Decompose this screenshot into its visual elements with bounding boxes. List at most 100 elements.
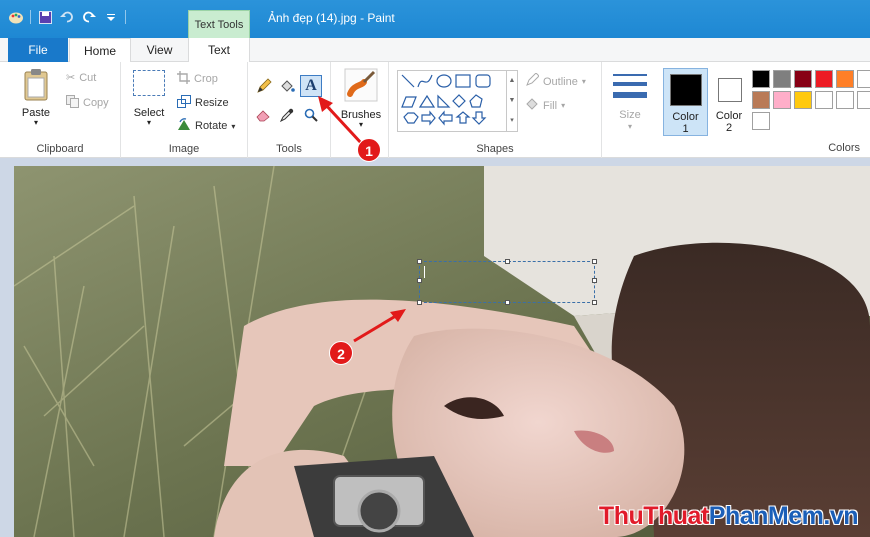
select-dropdown-icon[interactable]: ▾ xyxy=(129,119,169,127)
color1-button[interactable]: Color 1 xyxy=(663,68,708,136)
callout-2: 2 xyxy=(329,341,353,365)
undo-icon[interactable] xyxy=(59,9,75,25)
eraser-tool[interactable] xyxy=(256,108,272,122)
palette-swatch[interactable] xyxy=(794,91,812,109)
brush-icon xyxy=(344,68,378,102)
shapes-gallery-icons xyxy=(401,74,491,126)
palette-swatch[interactable] xyxy=(815,70,833,88)
text-a-icon: A xyxy=(305,77,317,94)
copy-icon xyxy=(66,95,79,111)
size-label: Size xyxy=(619,109,641,121)
palette-swatch[interactable] xyxy=(752,112,770,130)
callout-1: 1 xyxy=(357,138,381,162)
fill-dropdown-icon[interactable]: ▾ xyxy=(561,101,565,110)
paint-app-icon[interactable] xyxy=(8,9,24,25)
palette-swatch[interactable] xyxy=(752,91,770,109)
color-picker-tool[interactable] xyxy=(280,108,294,122)
color2-label: Color 2 xyxy=(710,110,748,134)
resize-handle[interactable] xyxy=(417,278,422,283)
outline-dropdown-icon[interactable]: ▾ xyxy=(582,77,586,86)
magnifier-icon xyxy=(304,108,318,122)
pencil-tool[interactable] xyxy=(256,78,272,94)
resize-label: Resize xyxy=(195,97,229,109)
shapes-gallery[interactable] xyxy=(397,70,507,132)
cut-button[interactable]: ✂ Cut xyxy=(66,71,97,85)
tab-view[interactable]: View xyxy=(131,38,188,62)
redo-icon[interactable] xyxy=(81,9,97,25)
watermark-part1: ThuThuat xyxy=(598,502,709,530)
clipboard-icon xyxy=(24,69,48,101)
photo-image xyxy=(14,166,870,537)
palette-swatch[interactable] xyxy=(857,70,870,88)
group-image: Select ▾ Crop Resize Rotate ▾ Image xyxy=(121,62,248,158)
color1-swatch xyxy=(670,74,702,106)
tab-file[interactable]: File xyxy=(8,38,68,62)
select-button[interactable]: Select ▾ xyxy=(129,70,169,127)
resize-icon xyxy=(177,95,191,111)
crop-button[interactable]: Crop xyxy=(177,71,218,87)
resize-handle[interactable] xyxy=(592,300,597,305)
toolbar-separator xyxy=(125,10,126,24)
rotate-dropdown-icon[interactable]: ▾ xyxy=(231,122,235,131)
image-canvas[interactable]: 2 ThuThuatPhanMem.vn xyxy=(14,166,870,537)
palette-swatch[interactable] xyxy=(836,70,854,88)
rotate-button[interactable]: Rotate ▾ xyxy=(177,118,235,134)
outline-icon xyxy=(525,72,540,90)
fill-tool[interactable] xyxy=(279,78,295,94)
brushes-dropdown-icon[interactable]: ▾ xyxy=(339,121,383,129)
size-dropdown-icon: ▾ xyxy=(627,122,632,131)
fill-bucket-icon xyxy=(525,97,539,114)
shapes-group-label: Shapes xyxy=(476,143,514,155)
color2-button[interactable]: Color 2 xyxy=(710,68,748,136)
palette-swatch[interactable] xyxy=(773,70,791,88)
scissors-icon: ✂ xyxy=(66,72,76,84)
outline-label: Outline xyxy=(543,75,578,88)
ribbon-tabs: File Home View Text xyxy=(0,38,870,63)
resize-handle[interactable] xyxy=(505,259,510,264)
size-button[interactable]: Size ▾ xyxy=(602,62,658,158)
color1-number: 1 xyxy=(682,123,689,135)
crop-icon xyxy=(177,71,190,87)
watermark-part3: .vn xyxy=(823,502,858,530)
color2-number: 2 xyxy=(725,122,733,134)
resize-handle[interactable] xyxy=(505,300,510,305)
palette-swatch[interactable] xyxy=(836,91,854,109)
toolbar-separator xyxy=(30,10,31,24)
eraser-icon xyxy=(256,110,270,122)
rotate-icon xyxy=(177,118,191,134)
palette-swatch[interactable] xyxy=(773,91,791,109)
palette-swatch[interactable] xyxy=(794,70,812,88)
shapes-scroll[interactable]: ▲ ▼ ▾ xyxy=(507,70,518,132)
text-tool[interactable]: A xyxy=(300,75,322,97)
resize-handle[interactable] xyxy=(592,278,597,283)
palette-swatch[interactable] xyxy=(752,70,770,88)
customize-toolbar-icon[interactable] xyxy=(103,9,119,25)
resize-handle[interactable] xyxy=(417,300,422,305)
color-palette xyxy=(752,70,870,130)
clipboard-group-label: Clipboard xyxy=(36,143,84,155)
resize-handle[interactable] xyxy=(592,259,597,264)
text-cursor xyxy=(424,266,425,278)
text-selection-box[interactable] xyxy=(417,259,597,305)
select-rectangle-icon xyxy=(133,70,165,96)
palette-swatch[interactable] xyxy=(857,91,870,109)
save-icon[interactable] xyxy=(37,9,53,25)
tab-home[interactable]: Home xyxy=(69,38,131,63)
resize-handle[interactable] xyxy=(417,259,422,264)
paste-dropdown-icon[interactable]: ▾ xyxy=(12,119,60,127)
quick-access-toolbar xyxy=(8,9,126,25)
copy-button[interactable]: Copy xyxy=(66,95,109,111)
cut-label: Cut xyxy=(79,71,97,84)
outline-button[interactable]: Outline ▾ xyxy=(525,72,586,90)
palette-swatch[interactable] xyxy=(815,91,833,109)
brushes-button[interactable]: Brushes ▾ xyxy=(339,68,383,146)
tools-group-label: Tools xyxy=(276,143,302,155)
resize-button[interactable]: Resize xyxy=(177,95,229,111)
paste-button[interactable]: Paste ▾ xyxy=(12,68,60,127)
line-size-icon xyxy=(613,74,647,98)
watermark: ThuThuatPhanMem.vn xyxy=(598,502,859,531)
magnifier-tool[interactable] xyxy=(304,108,318,122)
tab-text[interactable]: Text xyxy=(188,38,250,62)
rotate-label: Rotate xyxy=(195,120,228,132)
fill-button[interactable]: Fill ▾ xyxy=(525,97,565,114)
